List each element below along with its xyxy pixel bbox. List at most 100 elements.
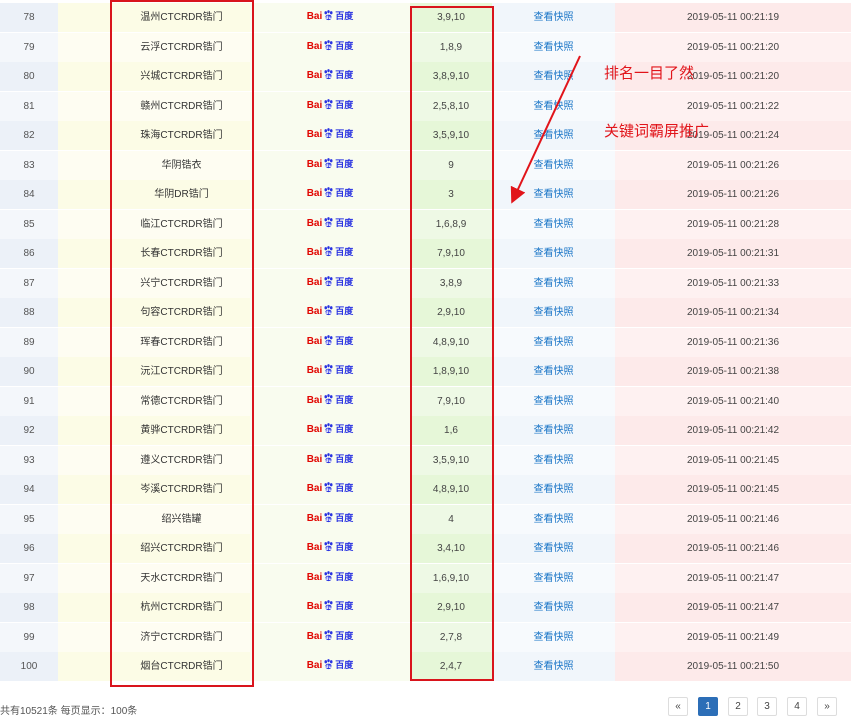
keyword-cell: 岑溪CTCRDR锆门	[113, 475, 250, 504]
table-row: 90 沅江CTCRDR锆门 Bai du 百度 1,8,9,10 查看快照 2019-05-1…	[0, 357, 851, 387]
timestamp-cell: 2019-05-11 00:21:26	[615, 150, 851, 180]
keyword-cell: 黄骅CTCRDR锆门	[113, 416, 250, 445]
annotation-keyword-promo: 关键词霸屏推广	[604, 122, 710, 140]
snapshot-link[interactable]: 查看快照	[492, 357, 615, 386]
keyword-cell: 遵义CTCRDR锆门	[113, 445, 250, 475]
baidu-logo-text-right: 百度	[335, 365, 354, 376]
snapshot-link[interactable]: 查看快照	[492, 563, 615, 593]
table-row: 89 珲春CTCRDR锆门 Bai du 百度 4,8,9,10 查看快照 2019-05-1…	[0, 327, 851, 358]
svg-text:du: du	[325, 429, 332, 435]
snapshot-link[interactable]: 查看快照	[492, 3, 615, 32]
keyword-cell: 天水CTCRDR锆门	[113, 563, 250, 593]
snapshot-link[interactable]: 查看快照	[492, 416, 615, 445]
baidu-logo-text-right: 百度	[335, 424, 354, 435]
snapshot-link[interactable]: 查看快照	[492, 180, 615, 209]
paw-icon: du	[324, 452, 333, 464]
snapshot-link[interactable]: 查看快照	[492, 622, 615, 652]
snapshot-link[interactable]: 查看快照	[492, 593, 615, 622]
search-engine-cell: Bai du 百度	[250, 563, 410, 593]
snapshot-link[interactable]: 查看快照	[492, 504, 615, 534]
svg-text:du: du	[325, 576, 332, 582]
baidu-logo-text-left: Bai	[306, 483, 323, 495]
keyword-cell: 烟台CTCRDR锆门	[113, 652, 250, 681]
baidu-logo-text-left: Bai	[306, 365, 323, 377]
baidu-logo-text-right: 百度	[335, 483, 354, 494]
row-number: 90	[0, 357, 58, 386]
paw-icon: du	[324, 246, 333, 257]
result-summary: 共有10521条 每页显示：100条	[0, 706, 138, 717]
snapshot-link[interactable]: 查看快照	[492, 445, 615, 475]
baidu-logo-text-left: Bai	[306, 453, 323, 465]
baidu-logo-text-left: Bai	[306, 129, 323, 141]
baidu-logo-icon: Bai du 百度	[307, 186, 353, 200]
keyword-cell: 珲春CTCRDR锆门	[113, 327, 250, 357]
row-spacer	[58, 504, 113, 534]
row-spacer	[58, 386, 113, 416]
baidu-logo-text-right: 百度	[335, 11, 354, 22]
baidu-logo-text-left: Bai	[306, 217, 323, 229]
page-button-2[interactable]: 2	[728, 697, 748, 716]
paw-icon: du	[324, 482, 333, 493]
table-row: 79 云浮CTCRDR锆门 Bai du 百度 1,8,9 查看快照 2019-05-11 0…	[0, 32, 851, 63]
paw-icon: du	[324, 423, 333, 435]
baidu-logo-icon: Bai du 百度	[307, 68, 353, 82]
row-spacer	[58, 91, 113, 121]
search-engine-cell: Bai du 百度	[250, 622, 410, 652]
search-engine-cell: Bai du 百度	[250, 32, 410, 62]
baidu-logo-text-left: Bai	[306, 11, 323, 23]
svg-text:du: du	[325, 45, 332, 51]
row-spacer	[58, 268, 113, 298]
baidu-logo-text-right: 百度	[335, 630, 354, 641]
row-number: 79	[0, 32, 58, 62]
next-page-button[interactable]: »	[817, 697, 837, 716]
snapshot-link[interactable]: 查看快照	[492, 298, 615, 327]
svg-text:du: du	[325, 370, 332, 376]
svg-text:du: du	[325, 635, 332, 641]
baidu-logo-icon: Bai du 百度	[307, 422, 354, 436]
baidu-logo-text-right: 百度	[335, 542, 354, 553]
row-number: 88	[0, 298, 58, 327]
baidu-logo-text-left: Bai	[306, 394, 323, 406]
snapshot-link[interactable]: 查看快照	[492, 121, 615, 150]
snapshot-link[interactable]: 查看快照	[492, 62, 615, 91]
page-button-1[interactable]: 1	[698, 697, 718, 716]
snapshot-link[interactable]: 查看快照	[492, 327, 615, 357]
paw-icon: du	[324, 364, 333, 376]
svg-text:du: du	[325, 16, 332, 22]
rank-cell: 4,8,9,10	[410, 475, 492, 504]
snapshot-link[interactable]: 查看快照	[492, 209, 615, 239]
paw-icon: du	[324, 69, 333, 80]
table-row: 100 烟台CTCRDR锆门 Bai du 百度 2,4,7 查看快照 2019-05-11 …	[0, 652, 851, 682]
snapshot-link[interactable]: 查看快照	[492, 91, 615, 121]
snapshot-link[interactable]: 查看快照	[492, 652, 615, 681]
snapshot-link[interactable]: 查看快照	[492, 32, 615, 62]
paw-icon: du	[324, 393, 333, 405]
prev-page-button[interactable]: «	[668, 697, 688, 716]
table-row: 96 绍兴CTCRDR锆门 Bai du 百度 3,4,10 查看快照 2019-05-11 …	[0, 534, 851, 564]
table-row: 81 赣州CTCRDR锆门 Bai du 百度 2,5,8,10 查看快照 2019-05-1…	[0, 91, 851, 122]
baidu-logo-icon: Bai du 百度	[307, 245, 354, 259]
snapshot-link[interactable]: 查看快照	[492, 239, 615, 268]
table-row: 84 华阴DR锆门 Bai du 百度 3 查看快照 2019-05-11 00:21:26	[0, 180, 851, 210]
search-engine-cell: Bai du 百度	[250, 62, 410, 91]
page-button-4[interactable]: 4	[787, 697, 807, 716]
table-row: 85 临江CTCRDR锆门 Bai du 百度 1,6,8,9 查看快照 2019-05-11…	[0, 209, 851, 240]
snapshot-link[interactable]: 查看快照	[492, 268, 615, 298]
row-spacer	[58, 32, 113, 62]
snapshot-link[interactable]: 查看快照	[492, 534, 615, 563]
baidu-logo-icon: Bai du 百度	[307, 39, 353, 53]
search-engine-cell: Bai du 百度	[250, 327, 410, 357]
baidu-logo-text-left: Bai	[306, 571, 323, 583]
baidu-logo-text-right: 百度	[335, 247, 354, 258]
row-number: 92	[0, 416, 58, 445]
baidu-logo-icon: Bai du 百度	[307, 304, 353, 318]
snapshot-link[interactable]: 查看快照	[492, 386, 615, 416]
keyword-cell: 华阴DR锆门	[113, 180, 250, 209]
row-spacer	[58, 445, 113, 475]
keyword-cell: 杭州CTCRDR锆门	[113, 593, 250, 622]
keyword-cell: 绍兴锆罐	[113, 504, 250, 534]
snapshot-link[interactable]: 查看快照	[492, 475, 615, 504]
page-button-3[interactable]: 3	[757, 697, 777, 716]
snapshot-link[interactable]: 查看快照	[492, 150, 615, 180]
rank-cell: 7,9,10	[410, 239, 492, 268]
